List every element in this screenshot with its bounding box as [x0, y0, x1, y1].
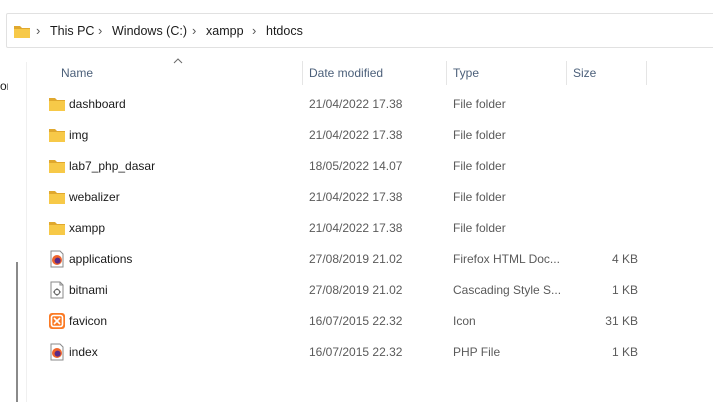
file-row[interactable]: index 16/07/2015 22.32 PHP File 1 KB: [36, 337, 656, 367]
breadcrumb-htdocs[interactable]: htdocs: [266, 24, 303, 38]
breadcrumb-this-pc[interactable]: This PC: [50, 24, 94, 38]
file-date-modified: 21/04/2022 17.38: [309, 190, 403, 204]
file-type: File folder: [453, 221, 506, 235]
file-type: Icon: [453, 314, 476, 328]
address-bar[interactable]: › This PC › Windows (C:) › xampp › htdoc…: [6, 13, 713, 48]
file-row[interactable]: favicon 16/07/2015 22.32 Icon 31 KB: [36, 306, 656, 336]
file-date-modified: 27/08/2019 21.02: [309, 252, 403, 266]
file-row[interactable]: webalizer 21/04/2022 17.38 File folder: [36, 182, 656, 212]
folder-icon: [13, 24, 31, 42]
file-type: File folder: [453, 190, 506, 204]
file-name[interactable]: bitnami: [69, 283, 108, 297]
folder-icon: [48, 126, 66, 144]
file-name[interactable]: dashboard: [69, 97, 126, 111]
file-size: 31 KB: [605, 314, 638, 328]
file-type: Cascading Style S...: [453, 283, 561, 297]
file-type: Firefox HTML Doc...: [453, 252, 560, 266]
pane-divider[interactable]: [26, 62, 27, 402]
firefox-html-icon: [48, 250, 66, 268]
file-type: PHP File: [453, 345, 501, 359]
column-header-size[interactable]: Size: [573, 66, 596, 80]
file-name[interactable]: index: [69, 345, 98, 359]
file-name[interactable]: img: [69, 128, 88, 142]
column-header-date-modified[interactable]: Date modified: [309, 66, 383, 80]
file-name[interactable]: webalizer: [69, 190, 120, 204]
file-row[interactable]: img 21/04/2022 17.38 File folder: [36, 120, 656, 150]
navigation-pane-item[interactable]: or: [0, 79, 8, 93]
file-name[interactable]: xampp: [69, 221, 105, 235]
file-date-modified: 21/04/2022 17.38: [309, 128, 403, 142]
file-row[interactable]: applications 27/08/2019 21.02 Firefox HT…: [36, 244, 656, 274]
xampp-favicon-icon: [48, 312, 66, 330]
file-name[interactable]: favicon: [69, 314, 107, 328]
file-row[interactable]: xampp 21/04/2022 17.38 File folder: [36, 213, 656, 243]
breadcrumb-separator[interactable]: ›: [98, 23, 102, 38]
column-header-type[interactable]: Type: [453, 66, 479, 80]
file-type: File folder: [453, 128, 506, 142]
column-resize-handle[interactable]: [566, 61, 567, 85]
file-type: File folder: [453, 97, 506, 111]
css-file-icon: [48, 281, 66, 299]
php-file-icon: [48, 343, 66, 361]
breadcrumb-separator[interactable]: ›: [192, 23, 196, 38]
file-name[interactable]: lab7_php_dasar: [69, 159, 155, 173]
breadcrumb-windows-c[interactable]: Windows (C:): [112, 24, 187, 38]
breadcrumb-separator[interactable]: ›: [252, 23, 256, 38]
breadcrumb-separator[interactable]: ›: [36, 23, 40, 38]
file-date-modified: 16/07/2015 22.32: [309, 345, 403, 359]
column-resize-handle[interactable]: [646, 61, 647, 85]
file-row[interactable]: dashboard 21/04/2022 17.38 File folder: [36, 89, 656, 119]
file-size: 1 KB: [611, 283, 638, 297]
file-row[interactable]: lab7_php_dasar 18/05/2022 14.07 File fol…: [36, 151, 656, 181]
file-date-modified: 16/07/2015 22.32: [309, 314, 403, 328]
column-header-name[interactable]: Name: [61, 66, 93, 80]
file-date-modified: 21/04/2022 17.38: [309, 97, 403, 111]
column-resize-handle[interactable]: [302, 61, 303, 85]
file-date-modified: 21/04/2022 17.38: [309, 221, 403, 235]
file-date-modified: 18/05/2022 14.07: [309, 159, 403, 173]
folder-icon: [48, 188, 66, 206]
folder-icon: [48, 95, 66, 113]
file-date-modified: 27/08/2019 21.02: [309, 283, 403, 297]
folder-icon: [48, 219, 66, 237]
breadcrumb-xampp[interactable]: xampp: [206, 24, 244, 38]
file-size: 1 KB: [611, 345, 638, 359]
column-resize-handle[interactable]: [446, 61, 447, 85]
folder-icon: [48, 157, 66, 175]
file-explorer-window: › This PC › Windows (C:) › xampp › htdoc…: [0, 0, 713, 402]
file-name[interactable]: applications: [69, 252, 132, 266]
file-row[interactable]: bitnami 27/08/2019 21.02 Cascading Style…: [36, 275, 656, 305]
file-type: File folder: [453, 159, 506, 173]
file-size: 4 KB: [611, 252, 638, 266]
sort-ascending-icon: [173, 56, 183, 67]
navigation-pane-scrollbar[interactable]: [16, 262, 18, 402]
